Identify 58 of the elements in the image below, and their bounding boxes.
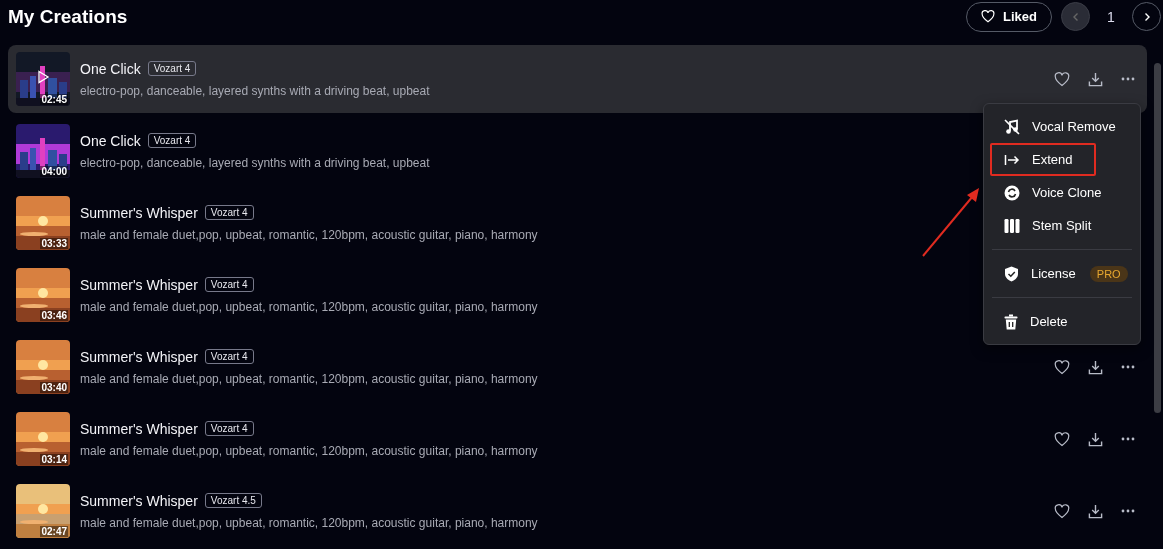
- duration-label: 02:47: [40, 526, 68, 537]
- track-description: male and female duet,pop, upbeat, romantic, 120bpm, acoustic guitar, piano, harmony: [80, 227, 538, 242]
- download-icon[interactable]: [1088, 359, 1103, 375]
- shield-check-icon: [1004, 265, 1019, 282]
- model-badge: Vozart 4: [204, 205, 254, 220]
- download-icon[interactable]: [1088, 71, 1103, 87]
- download-icon[interactable]: [1088, 431, 1103, 447]
- model-badge: Vozart 4: [147, 61, 197, 76]
- duration-label: 03:40: [40, 382, 68, 393]
- track-description: male and female duet,pop, upbeat, romantic, 120bpm, acoustic guitar, piano, harmony: [80, 299, 538, 314]
- duration-label: 03:14: [40, 454, 68, 465]
- track-row[interactable]: 02:45 One Click Vozart 4 electro-pop, danceable, layered synths with a driving beat, upbeat: [8, 45, 1147, 113]
- menu-item[interactable]: Voice Clone: [990, 176, 1134, 209]
- menu-item[interactable]: Stem Split: [990, 209, 1134, 242]
- heart-icon[interactable]: [1054, 359, 1070, 375]
- swap-circle-icon: [1004, 184, 1020, 201]
- track-title: Summer's Whisper: [80, 204, 198, 221]
- menu-item[interactable]: License PRO: [990, 257, 1134, 290]
- track-title: Summer's Whisper: [80, 492, 198, 509]
- model-badge: Vozart 4: [204, 349, 254, 364]
- track-description: electro-pop, danceable, layered synths with a driving beat, upbeat: [80, 155, 430, 170]
- more-icon[interactable]: [1121, 437, 1135, 441]
- stem-bars-icon: [1004, 218, 1020, 233]
- heart-icon[interactable]: [1054, 431, 1070, 447]
- page-number: 1: [1106, 8, 1116, 25]
- track-title: One Click: [80, 132, 141, 149]
- duration-label: 02:45: [40, 94, 68, 105]
- heart-icon: [981, 10, 996, 23]
- play-icon[interactable]: [36, 70, 50, 84]
- duration-label: 03:46: [40, 310, 68, 321]
- model-badge: Vozart 4: [204, 421, 254, 436]
- track-description: male and female duet,pop, upbeat, romantic, 120bpm, acoustic guitar, piano, harmony: [80, 443, 538, 458]
- more-icon[interactable]: [1121, 509, 1135, 513]
- more-icon[interactable]: [1121, 77, 1135, 81]
- trash-icon: [1004, 313, 1018, 330]
- duration-label: 03:33: [40, 238, 68, 249]
- menu-item[interactable]: Vocal Remove: [990, 110, 1134, 143]
- menu-item[interactable]: Extend: [990, 143, 1096, 176]
- muted-note-icon: [1004, 118, 1020, 135]
- extend-arrow-icon: [1004, 153, 1020, 166]
- duration-label: 04:00: [40, 166, 68, 177]
- pro-badge: PRO: [1089, 265, 1128, 282]
- track-description: electro-pop, danceable, layered synths with a driving beat, upbeat: [80, 83, 430, 98]
- heart-icon[interactable]: [1054, 71, 1070, 87]
- track-title: Summer's Whisper: [80, 276, 198, 293]
- download-icon[interactable]: [1088, 503, 1103, 519]
- track-description: male and female duet,pop, upbeat, romantic, 120bpm, acoustic guitar, piano, harmony: [80, 371, 538, 386]
- track-title: Summer's Whisper: [80, 348, 198, 365]
- track-description: male and female duet,pop, upbeat, romantic, 120bpm, acoustic guitar, piano, harmony: [80, 515, 538, 530]
- model-badge: Vozart 4.5: [204, 493, 262, 508]
- model-badge: Vozart 4: [204, 277, 254, 292]
- track-title: Summer's Whisper: [80, 420, 198, 437]
- model-badge: Vozart 4: [147, 133, 197, 148]
- heart-icon[interactable]: [1054, 503, 1070, 519]
- more-icon[interactable]: [1121, 365, 1135, 369]
- menu-item[interactable]: Delete: [990, 305, 1134, 338]
- track-title: One Click: [80, 60, 141, 77]
- page-title: My Creations: [8, 5, 128, 28]
